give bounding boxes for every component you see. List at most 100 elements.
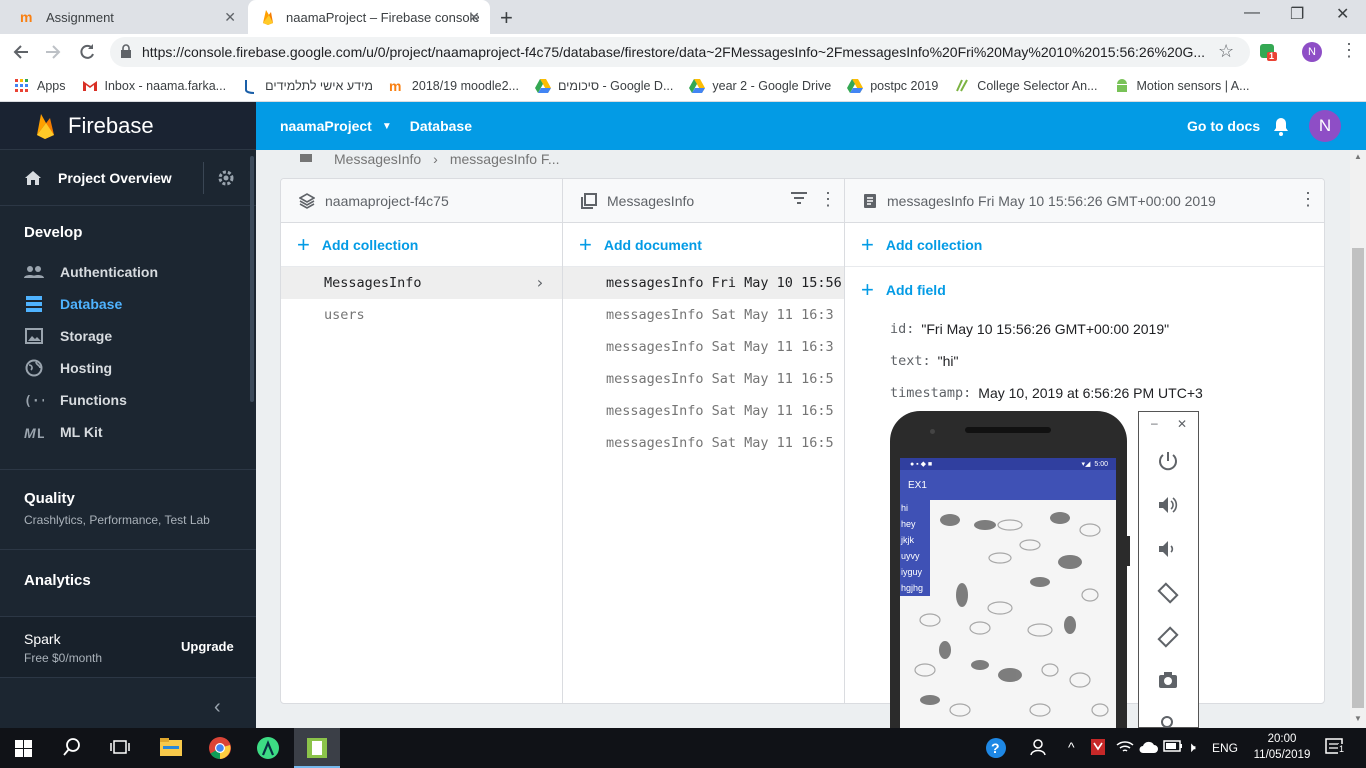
clock[interactable]: 20:00 11/05/2019 <box>1248 731 1316 763</box>
document-item[interactable]: messagesInfo Fri May 10 15:56 <box>563 267 844 299</box>
document-field[interactable]: text: "hi" <box>845 345 1324 377</box>
back-icon[interactable] <box>12 43 30 61</box>
power-icon[interactable] <box>1157 450 1179 472</box>
scrollbar-thumb[interactable] <box>1352 248 1364 708</box>
notifications-bell-icon[interactable] <box>1272 116 1290 136</box>
plan-section: Spark Free $0/month Upgrade <box>0 617 256 677</box>
add-collection-button[interactable]: + Add collection <box>281 223 562 267</box>
sidebar-item-ml-kit[interactable]: ML ML Kit <box>0 416 256 448</box>
chevron-down-icon[interactable]: ▼ <box>382 121 392 132</box>
close-window-icon[interactable]: ✕ <box>1336 4 1349 24</box>
sidebar-scrollbar[interactable] <box>250 156 254 402</box>
scroll-up-icon[interactable]: ▲ <box>1354 152 1362 161</box>
document-item[interactable]: messagesInfo Sat May 11 16:5 <box>563 395 844 427</box>
add-field-button[interactable]: + Add field <box>845 267 1324 313</box>
reload-icon[interactable] <box>78 43 96 61</box>
develop-section-title[interactable]: Develop <box>0 224 256 256</box>
menu-icon[interactable]: ⋮ <box>1340 40 1358 61</box>
people-icon[interactable] <box>1030 738 1048 756</box>
volume-down-icon[interactable] <box>1157 538 1179 560</box>
bookmark-moodle[interactable]: m 2018/19 moodle2... <box>389 78 519 94</box>
scroll-down-icon[interactable]: ▼ <box>1354 714 1362 723</box>
minimize-icon[interactable]: — <box>1244 4 1260 22</box>
close-tab-icon[interactable]: ✕ <box>224 9 236 26</box>
project-overview[interactable]: Project Overview <box>0 150 256 206</box>
add-document-button[interactable]: + Add document <box>563 223 844 267</box>
emulator-screen[interactable]: ● ▪ ◆ ■ ▾◢ 5:00 EX1 hi hey jkjk uyvy iyg… <box>900 458 1116 728</box>
home-icon[interactable] <box>298 154 314 164</box>
tab-firebase[interactable]: naamaProject – Firebase console ✕ <box>248 0 490 34</box>
bookmark-gmail[interactable]: Inbox - naama.farka... <box>82 78 226 94</box>
collection-item[interactable]: MessagesInfo › <box>281 267 562 299</box>
breadcrumb-item[interactable]: MessagesInfo <box>334 151 421 167</box>
profile-avatar[interactable]: N <box>1302 42 1322 62</box>
bookmark-motion-sensors[interactable]: Motion sensors | A... <box>1114 78 1250 94</box>
add-collection-button[interactable]: + Add collection <box>845 223 1324 267</box>
collection-item[interactable]: users <box>281 299 562 331</box>
antivirus-icon[interactable] <box>1090 738 1106 756</box>
quality-section[interactable]: Quality Crashlytics, Performance, Test L… <box>0 470 256 549</box>
bookmark-drive-year2[interactable]: year 2 - Google Drive <box>689 78 831 94</box>
sidebar-item-hosting[interactable]: Hosting <box>0 352 256 384</box>
rotate-left-icon[interactable] <box>1157 582 1179 604</box>
bookmark-drive-summaries[interactable]: סיכומים - Google D... <box>534 78 673 94</box>
more-options-icon[interactable]: ⋮ <box>1299 189 1317 210</box>
document-field[interactable]: timestamp: May 10, 2019 at 6:56:26 PM UT… <box>845 377 1324 409</box>
bookmark-postpc[interactable]: postpc 2019 <box>847 78 938 94</box>
settings-gear-icon[interactable] <box>216 168 236 188</box>
android-studio-icon[interactable] <box>256 736 280 760</box>
more-options-icon[interactable]: ⋮ <box>819 189 837 210</box>
volume-up-icon[interactable] <box>1157 494 1179 516</box>
battery-icon[interactable] <box>1163 740 1183 752</box>
message-bubble: hey <box>900 516 930 532</box>
close-icon[interactable]: ✕ <box>1177 417 1187 431</box>
forward-icon[interactable] <box>44 43 62 61</box>
zoom-icon[interactable] <box>1157 712 1179 728</box>
bookmark-college-selector[interactable]: College Selector An... <box>954 78 1098 94</box>
restore-icon[interactable]: ❐ <box>1290 4 1304 24</box>
sidebar-item-functions[interactable]: (··) Functions <box>0 384 256 416</box>
chrome-icon[interactable] <box>208 736 232 760</box>
sidebar-item-storage[interactable]: Storage <box>0 320 256 352</box>
task-view-icon[interactable] <box>110 739 130 755</box>
rotate-right-icon[interactable] <box>1157 626 1179 648</box>
star-icon[interactable]: ☆ <box>1218 41 1234 62</box>
language-indicator[interactable]: ENG <box>1212 741 1238 755</box>
document-field[interactable]: id: "Fri May 10 15:56:26 GMT+00:00 2019" <box>845 313 1324 345</box>
emulator-taskbar-item[interactable] <box>294 728 340 768</box>
volume-muted-icon[interactable]: 🕨 <box>1187 739 1196 756</box>
search-icon[interactable] <box>63 738 81 756</box>
tab-assignment[interactable]: m Assignment ✕ <box>10 0 246 34</box>
camera-icon[interactable] <box>1157 670 1179 690</box>
document-item[interactable]: messagesInfo Sat May 11 16:3 <box>563 299 844 331</box>
document-item[interactable]: messagesInfo Sat May 11 16:5 <box>563 427 844 459</box>
user-avatar[interactable]: N <box>1309 110 1341 142</box>
chevron-up-icon[interactable]: ^ <box>1068 739 1075 755</box>
document-item[interactable]: messagesInfo Sat May 11 16:3 <box>563 331 844 363</box>
document-item[interactable]: messagesInfo Sat May 11 16:5 <box>563 363 844 395</box>
project-selector[interactable]: naamaProject <box>280 118 372 134</box>
firebase-brand[interactable]: Firebase <box>0 102 256 150</box>
minimize-icon[interactable]: – <box>1151 416 1158 430</box>
close-tab-icon[interactable]: ✕ <box>468 9 480 26</box>
sidebar-item-database[interactable]: Database <box>0 288 256 320</box>
collapse-sidebar-icon[interactable]: ‹ <box>214 696 221 719</box>
upgrade-button[interactable]: Upgrade <box>181 639 234 654</box>
wifi-icon[interactable] <box>1116 740 1134 754</box>
help-icon[interactable]: ? <box>985 737 1007 759</box>
bookmark-apps[interactable]: Apps <box>14 78 66 94</box>
new-tab-icon[interactable]: + <box>500 5 513 31</box>
extension-icon[interactable]: 1 <box>1258 42 1278 62</box>
action-center-icon[interactable]: 1 <box>1325 738 1346 756</box>
filter-icon[interactable] <box>791 192 807 204</box>
bookmark-student-info[interactable]: מידע אישי לתלמידים <box>242 78 373 94</box>
windows-start-icon[interactable] <box>15 740 32 757</box>
breadcrumb-item[interactable]: messagesInfo F... <box>450 151 560 167</box>
cloud-icon[interactable] <box>1138 740 1158 754</box>
file-explorer-icon[interactable] <box>160 737 182 757</box>
page-scrollbar[interactable]: ▲ ▼ <box>1350 150 1366 728</box>
go-to-docs-link[interactable]: Go to docs <box>1187 118 1260 134</box>
analytics-section[interactable]: Analytics <box>0 550 256 616</box>
address-bar[interactable]: https://console.firebase.google.com/u/0/… <box>110 37 1250 67</box>
sidebar-item-authentication[interactable]: Authentication <box>0 256 256 288</box>
